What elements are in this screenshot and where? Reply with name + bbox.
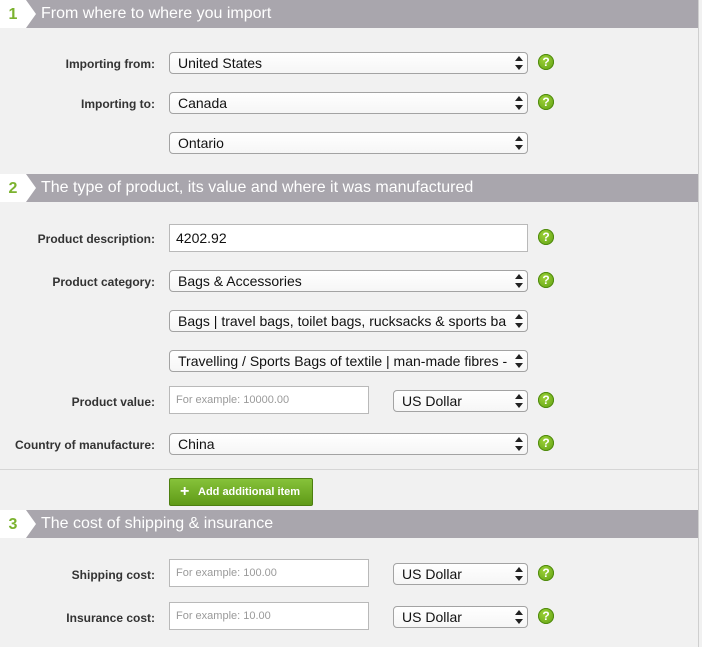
up-down-arrows-icon: [515, 136, 523, 150]
insurance-cost-input[interactable]: For example: 10.00: [169, 602, 369, 630]
shipping-currency: US Dollar: [402, 566, 462, 582]
question-mark-icon[interactable]: ?: [538, 229, 554, 245]
product-description-input[interactable]: 4202.92: [169, 224, 528, 252]
importing-to-label: Importing to:: [81, 97, 155, 111]
question-mark-icon[interactable]: ?: [538, 392, 554, 408]
product-value-currency-select[interactable]: US Dollar: [393, 390, 528, 412]
section-2-header: 2 The type of product, its value and whe…: [0, 174, 698, 202]
section-2-number: 2: [0, 174, 26, 202]
up-down-arrows-icon: [515, 274, 523, 288]
up-down-arrows-icon: [515, 567, 523, 581]
product-category-label: Product category:: [52, 275, 155, 289]
up-down-arrows-icon: [515, 354, 523, 368]
product-value-input[interactable]: For example: 10000.00: [169, 386, 369, 414]
province-value: Ontario: [178, 135, 224, 151]
product-value-currency: US Dollar: [402, 393, 462, 409]
section-1-number: 1: [0, 0, 26, 28]
question-mark-icon[interactable]: ?: [538, 435, 554, 451]
up-down-arrows-icon: [515, 437, 523, 451]
country-of-manufacture-label: Country of manufacture:: [14, 438, 155, 452]
product-description-label: Product description:: [37, 232, 155, 246]
question-mark-icon[interactable]: ?: [538, 94, 554, 110]
product-subsubcategory-select[interactable]: Travelling / Sports Bags of textile | ma…: [169, 350, 528, 372]
product-subcategory-select[interactable]: Bags | travel bags, toilet bags, rucksac…: [169, 310, 528, 332]
question-mark-icon[interactable]: ?: [538, 272, 554, 288]
section-1-header: 1 From where to where you import: [0, 0, 698, 28]
product-category-select[interactable]: Bags & Accessories: [169, 270, 528, 292]
importing-from-label: Importing from:: [65, 57, 155, 71]
country-of-manufacture-value: China: [178, 436, 215, 452]
shipping-cost-input[interactable]: For example: 100.00: [169, 559, 369, 587]
section-3-number: 3: [0, 510, 26, 538]
section-2-title: The type of product, its value and where…: [41, 179, 474, 196]
up-down-arrows-icon: [515, 610, 523, 624]
up-down-arrows-icon: [515, 394, 523, 408]
importing-to-value: Canada: [178, 95, 228, 111]
section-3-title: The cost of shipping & insurance: [41, 515, 274, 532]
shipping-currency-select[interactable]: US Dollar: [393, 563, 528, 585]
product-category-value: Bags & Accessories: [178, 273, 302, 289]
add-additional-item-label: Add additional item: [198, 486, 301, 498]
importing-to-select[interactable]: Canada: [169, 92, 528, 114]
question-mark-icon[interactable]: ?: [538, 608, 554, 624]
plus-icon: +: [180, 483, 190, 500]
importing-from-value: United States: [178, 55, 263, 71]
shipping-cost-label: Shipping cost:: [71, 568, 155, 582]
product-subsubcategory-value: Travelling / Sports Bags of textile | ma…: [178, 353, 508, 369]
question-mark-icon[interactable]: ?: [538, 565, 554, 581]
question-mark-icon[interactable]: ?: [538, 54, 554, 70]
up-down-arrows-icon: [515, 56, 523, 70]
country-of-manufacture-select[interactable]: China: [169, 433, 528, 455]
up-down-arrows-icon: [515, 314, 523, 328]
section-3-arrow: [26, 510, 36, 538]
province-select[interactable]: Ontario: [169, 132, 528, 154]
product-value-label: Product value:: [71, 395, 155, 409]
importing-from-select[interactable]: United States: [169, 52, 528, 74]
section-1-arrow: [26, 0, 36, 28]
divider: [0, 469, 698, 470]
up-down-arrows-icon: [515, 96, 523, 110]
product-subcategory-value: Bags | travel bags, toilet bags, rucksac…: [178, 313, 507, 329]
add-additional-item-button[interactable]: + Add additional item: [169, 478, 313, 506]
insurance-cost-label: Insurance cost:: [66, 611, 155, 625]
insurance-currency: US Dollar: [402, 609, 462, 625]
insurance-currency-select[interactable]: US Dollar: [393, 606, 528, 628]
calculator-form: 1 From where to where you import Importi…: [0, 0, 699, 647]
section-2-arrow: [26, 174, 36, 202]
section-3-header: 3 The cost of shipping & insurance: [0, 510, 698, 538]
section-1-title: From where to where you import: [41, 5, 272, 22]
